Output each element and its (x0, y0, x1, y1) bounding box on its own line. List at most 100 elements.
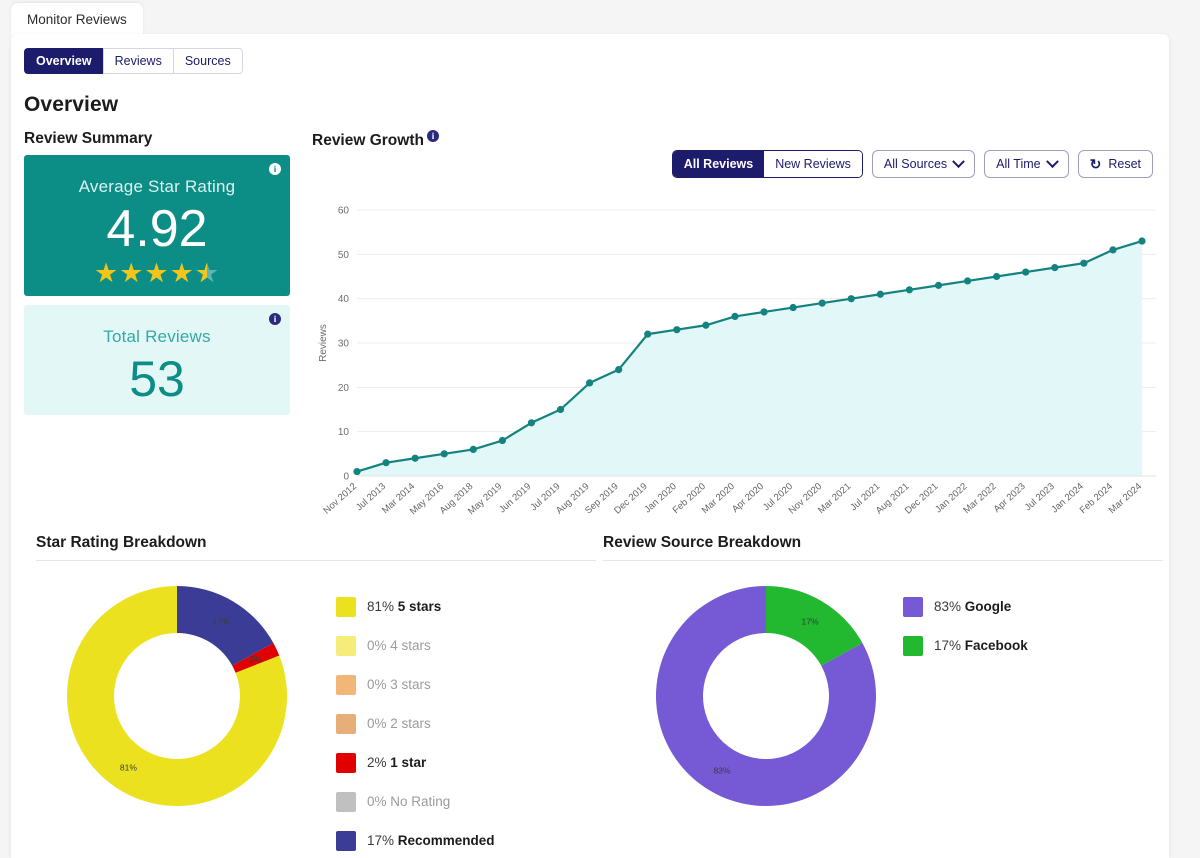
legend-swatch (336, 674, 356, 695)
chevron-down-icon (1045, 154, 1059, 168)
legend-label: 83% Google (934, 599, 1012, 614)
legend-item[interactable]: 17% Facebook (903, 626, 1028, 665)
legend-item[interactable]: 0% 3 stars (336, 665, 507, 704)
legend-item[interactable]: 81% 5 stars (336, 587, 507, 626)
svg-text:Reviews: Reviews (318, 324, 329, 362)
average-star-rating-card: i Average Star Rating 4.92 ★★★★★★ (24, 155, 290, 296)
svg-text:20: 20 (338, 383, 350, 394)
review-summary-heading: Review Summary (24, 130, 153, 147)
tab-reviews-label: Reviews (114, 54, 162, 68)
info-icon[interactable]: i (269, 313, 281, 325)
svg-text:Apr 2023: Apr 2023 (992, 481, 1028, 515)
browser-tab-label: Monitor Reviews (27, 11, 127, 27)
svg-text:Mar 2022: Mar 2022 (961, 481, 998, 516)
toggle-all-reviews-label: All Reviews (683, 157, 754, 171)
legend-swatch (336, 596, 356, 617)
svg-text:81%: 81% (120, 763, 137, 773)
star-icon-full: ★ (144, 258, 170, 288)
chevron-down-icon (952, 154, 966, 168)
divider (36, 560, 596, 561)
tab-sources-label: Sources (184, 54, 231, 68)
star-rating-legend: 81% 5 stars 0% 4 stars 0% 3 stars 0% 2 star… (336, 575, 507, 858)
total-reviews-card: i Total Reviews 53 (24, 305, 290, 415)
legend-swatch (336, 752, 356, 773)
legend-label: 0% 2 stars (367, 716, 431, 731)
legend-label: 81% 5 stars (367, 599, 442, 614)
toggle-new-reviews-label: New Reviews (775, 157, 851, 171)
review-source-breakdown-body: 83% 17% 83% Google 17% Facebook (603, 575, 1163, 815)
time-filter-label: All Time (996, 157, 1041, 171)
svg-text:30: 30 (338, 339, 350, 350)
review-source-breakdown-heading: Review Source Breakdown (603, 534, 802, 551)
review-growth-heading-label: Review Growth (312, 132, 424, 150)
legend-label: 0% 3 stars (367, 677, 431, 692)
legend-label: 0% No Rating (367, 794, 451, 809)
review-source-breakdown-section: Review Source Breakdown 83% 17% 83% Googl… (603, 534, 1163, 815)
svg-text:0: 0 (343, 472, 349, 483)
star-icon-full: ★ (169, 258, 195, 288)
svg-text:17%: 17% (213, 617, 230, 627)
legend-label: 0% 4 stars (367, 638, 431, 653)
star-rating-breakdown-section: Star Rating Breakdown 81% 2% 17% 81% 5 sta… (36, 534, 596, 858)
svg-text:Mar 2021: Mar 2021 (816, 481, 853, 516)
info-icon[interactable]: i (269, 163, 281, 175)
browser-tab-monitor-reviews[interactable]: Monitor Reviews (11, 3, 143, 35)
tab-reviews[interactable]: Reviews (102, 48, 173, 74)
legend-label: 17% Recommended (367, 833, 495, 848)
legend-swatch (336, 635, 356, 656)
star-rating-breakdown-body: 81% 2% 17% 81% 5 stars 0% 4 stars 0% 3 stars… (36, 575, 596, 858)
svg-text:Apr 2020: Apr 2020 (730, 481, 766, 515)
legend-label: 17% Facebook (934, 638, 1028, 653)
legend-swatch (903, 596, 923, 617)
info-icon[interactable]: i (426, 130, 439, 142)
legend-item[interactable]: 0% 2 stars (336, 704, 507, 743)
star-icon-full: ★ (93, 258, 120, 288)
review-growth-heading: Review Growth i (312, 130, 439, 150)
legend-swatch (336, 830, 356, 851)
legend-label: 2% 1 star (367, 755, 427, 770)
star-icon-full: ★ (119, 258, 145, 288)
svg-text:Jun 2019: Jun 2019 (497, 481, 533, 515)
svg-text:10: 10 (338, 427, 350, 438)
section-tabs: Overview Reviews Sources (24, 48, 243, 74)
svg-text:83%: 83% (713, 765, 730, 775)
source-filter-label: All Sources (883, 157, 948, 171)
main-card: Overview Reviews Sources Overview Review… (11, 34, 1169, 858)
svg-text:Mar 2020: Mar 2020 (700, 481, 737, 516)
page-title: Overview (24, 93, 119, 116)
average-rating-info-wrap: i (266, 163, 281, 183)
star-rating-breakdown-heading: Star Rating Breakdown (36, 534, 207, 551)
average-rating-label: Average Star Rating (78, 177, 236, 196)
total-reviews-value: 53 (129, 351, 185, 407)
legend-item[interactable]: 0% 4 stars (336, 626, 507, 665)
svg-text:2%: 2% (249, 654, 262, 664)
svg-text:Nov 2012: Nov 2012 (321, 481, 359, 516)
legend-item[interactable]: 83% Google (903, 587, 1028, 626)
reset-button-label: Reset (1108, 157, 1141, 171)
legend-item[interactable]: 0% No Rating (336, 782, 507, 821)
svg-text:60: 60 (338, 206, 350, 217)
review-source-legend: 83% Google 17% Facebook (903, 575, 1028, 815)
svg-text:50: 50 (338, 250, 350, 261)
refresh-icon: ↻ (1089, 155, 1102, 172)
svg-text:Mar 2024: Mar 2024 (1107, 481, 1144, 516)
average-rating-value: 4.92 (106, 200, 208, 258)
svg-text:17%: 17% (802, 617, 819, 627)
tab-overview[interactable]: Overview (24, 48, 103, 74)
review-source-donut-chart: 83% 17% (603, 575, 903, 815)
legend-swatch (336, 713, 356, 734)
total-reviews-info-wrap: i (266, 313, 281, 333)
star-icons: ★★★★★★ (24, 260, 290, 287)
legend-swatch (903, 635, 923, 656)
total-reviews-label: Total Reviews (103, 327, 211, 346)
review-growth-chart: 0 10 20 30 40 50 60 Nov 2012 Jul 2013 Mar 2014 May… (312, 174, 1157, 534)
legend-item[interactable]: 2% 1 star (336, 743, 507, 782)
legend-item[interactable]: 17% Recommended (336, 821, 507, 858)
star-rating-donut-chart: 81% 2% 17% (36, 575, 336, 815)
tab-overview-label: Overview (36, 54, 92, 68)
tab-sources[interactable]: Sources (172, 48, 243, 74)
star-icon-half: ★★ (194, 258, 221, 288)
legend-swatch (336, 791, 356, 812)
svg-text:40: 40 (338, 294, 350, 305)
divider (603, 560, 1163, 561)
